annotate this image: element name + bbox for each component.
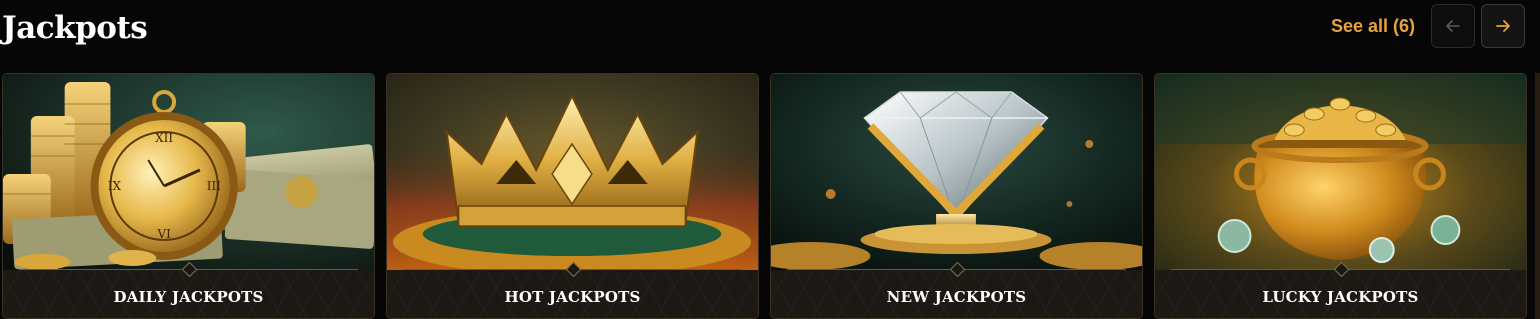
daily-jackpots-image: XII III VI IX <box>3 74 374 270</box>
card-label: HOT JACKPOTS <box>504 288 641 306</box>
card-new-jackpots[interactable]: NEW JACKPOTS <box>770 73 1143 319</box>
svg-text:VI: VI <box>156 227 171 241</box>
card-lucky-jackpots[interactable]: LUCKY JACKPOTS <box>1154 73 1527 319</box>
see-all-link[interactable]: See all (6) <box>1331 14 1415 38</box>
next-button[interactable] <box>1481 4 1525 48</box>
card-daily-jackpots[interactable]: XII III VI IX DAILY JACKPOTS <box>2 73 375 319</box>
card-label: NEW JACKPOTS <box>886 288 1027 306</box>
arrow-left-icon <box>1446 20 1460 32</box>
jackpots-section: Jackpots See all (6) XII III VI IX DAILY… <box>0 0 1540 319</box>
svg-text:IX: IX <box>108 179 122 193</box>
lucky-jackpots-image <box>1155 74 1526 270</box>
card-label: DAILY JACKPOTS <box>113 288 264 306</box>
jackpot-cards: XII III VI IX DAILY JACKPOTS HOT JACKPOT… <box>2 73 1540 319</box>
arrow-right-icon <box>1496 20 1510 32</box>
next-card-peek <box>1535 73 1540 319</box>
card-label: LUCKY JACKPOTS <box>1262 288 1419 306</box>
section-title: Jackpots <box>2 10 148 46</box>
card-hot-jackpots[interactable]: HOT JACKPOTS <box>386 73 759 319</box>
svg-text:III: III <box>207 179 221 193</box>
svg-text:XII: XII <box>155 131 173 145</box>
hot-jackpots-image <box>387 74 758 270</box>
prev-button[interactable] <box>1431 4 1475 48</box>
new-jackpots-image <box>771 74 1142 270</box>
